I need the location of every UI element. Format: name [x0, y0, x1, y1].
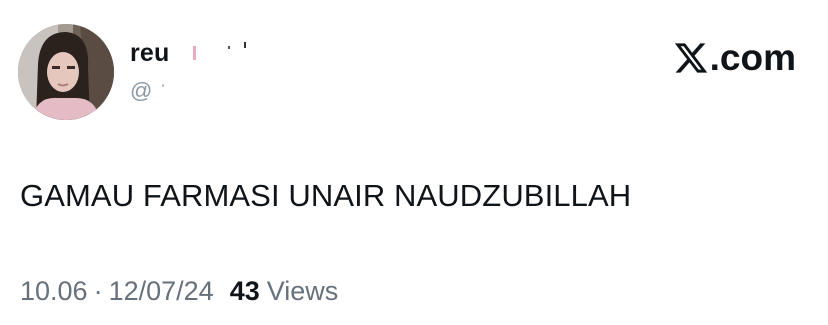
tweet-text: GAMAU FARMASI UNAIR NAUDZUBILLAH [20, 178, 632, 213]
meta-separator: · [93, 276, 103, 306]
tweet-meta: 10.06 · 12/07/24 43 Views [20, 274, 338, 308]
avatar-image [18, 24, 114, 120]
brand-domain: .com [709, 37, 796, 78]
tweet-card: reu @ .com GAMAU FARMASI UNAIR NAUDZUBIL… [0, 0, 828, 325]
x-logo-icon [674, 43, 707, 73]
views-count: 43 [229, 276, 260, 306]
x-brand: .com [673, 36, 796, 80]
author-handle[interactable]: @ [130, 78, 152, 104]
tweet-date[interactable]: 12/07/24 [109, 276, 214, 306]
redaction-marks [190, 40, 250, 62]
tweet-time[interactable]: 10.06 [20, 276, 88, 306]
author-display-name[interactable]: reu [130, 38, 170, 68]
views-label: Views [266, 276, 339, 306]
avatar[interactable] [18, 24, 114, 120]
handle-redaction [152, 80, 192, 104]
